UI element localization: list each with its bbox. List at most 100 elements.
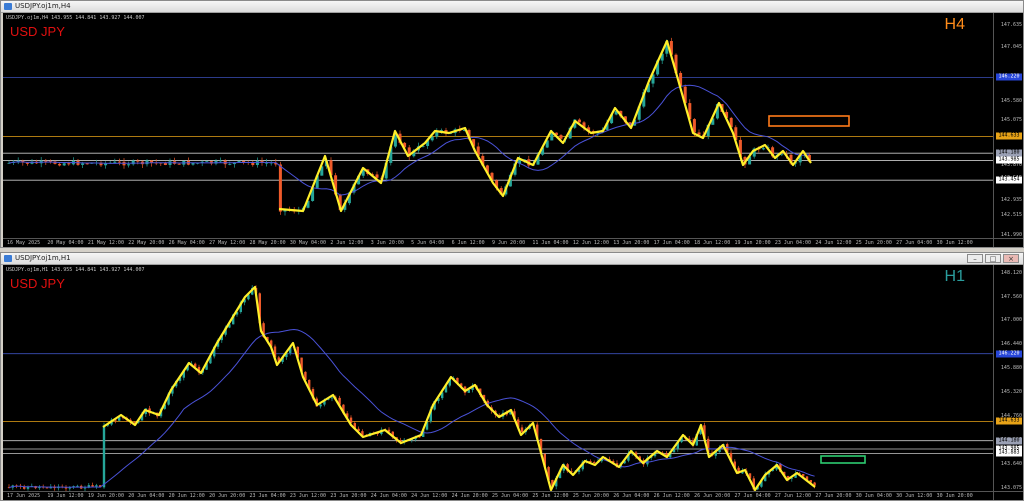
- time-axis-label: 30 Jun 12:00: [936, 240, 973, 246]
- candle-body: [68, 487, 71, 489]
- h4-symbol-label: USD JPY: [10, 24, 65, 39]
- time-axis-label: 23 Jun 04:00: [249, 493, 286, 499]
- time-axis-label: 13 Jun 20:00: [613, 240, 650, 246]
- price-axis-label: 145.075: [1000, 116, 1022, 123]
- h1-price-axis[interactable]: 148.120 147.560 147.000 146.440 145.880 145.3…: [993, 265, 1023, 500]
- price-axis-label: 147.000: [1000, 317, 1022, 324]
- candle-body: [131, 160, 135, 165]
- h4-time-axis[interactable]: 16 May 2025 20 May 04:00 21 May 12:00 22 Ma…: [3, 238, 1023, 247]
- time-axis-label: 25 Jun 20:00: [572, 493, 609, 499]
- time-axis-label: 20 Jun 20:00: [209, 493, 246, 499]
- time-axis-label: 25 Jun 20:00: [855, 240, 892, 246]
- h4-title-bar[interactable]: USDJPY.oj1m,H4: [1, 1, 1023, 13]
- price-axis-label: 145.320: [1000, 389, 1022, 396]
- price-axis-label: 143.075: [1000, 484, 1022, 491]
- time-axis-label: 26 Jun 20:00: [694, 493, 731, 499]
- h1-timeframe-label: H1: [944, 268, 965, 285]
- time-axis-label: 9 Jun 20:00: [492, 240, 526, 246]
- candle-body: [330, 397, 334, 399]
- price-axis-label: 147.635: [1000, 21, 1022, 28]
- candle-body: [177, 163, 181, 165]
- time-axis-label: 19 Jun 12:00: [47, 493, 84, 499]
- candle-body: [44, 160, 48, 162]
- maximize-button[interactable]: □: [985, 254, 1001, 263]
- candle-body: [219, 160, 223, 162]
- h1-window-title: USDJPY.oj1m,H1: [15, 254, 71, 262]
- h1-chart-area[interactable]: USDJPY.oj1m,H1 143.955 144.841 143.927 1…: [3, 265, 1023, 500]
- chart-app-icon: [4, 255, 12, 262]
- h4-chart-window[interactable]: USDJPY.oj1m,H4 USDJPY.oj1m,H4 143.955 14…: [0, 0, 1024, 248]
- moving-average-line: [8, 84, 810, 196]
- price-axis-label: 147.560: [1000, 293, 1022, 300]
- candle-body: [58, 163, 62, 166]
- candle-body: [145, 160, 149, 165]
- candle-body: [255, 161, 259, 166]
- price-axis-label: 147.045: [1000, 43, 1022, 50]
- candle-body: [91, 485, 94, 487]
- h1-chart-window[interactable]: USDJPY.oj1m,H1 – □ × USDJPY.oj1m,H1 143.…: [0, 252, 1024, 501]
- candle-body: [593, 462, 596, 463]
- candle-body: [127, 164, 131, 166]
- time-axis-label: 24 Jun 04:00: [370, 493, 407, 499]
- price-level-tag: 143.985: [996, 156, 1022, 164]
- time-axis-label: 30 Jun 20:00: [936, 493, 973, 499]
- candle-body: [62, 163, 66, 166]
- h1-title-bar[interactable]: USDJPY.oj1m,H1 – □ ×: [1, 253, 1023, 265]
- price-axis-label: 142.515: [1000, 212, 1022, 219]
- time-axis-label: 17 Jun 2025: [7, 493, 41, 499]
- time-axis-label: 27 Jun 04:00: [734, 493, 771, 499]
- time-axis-label: 25 Jun 12:00: [532, 493, 569, 499]
- zigzag-swing-line: [102, 285, 816, 492]
- time-axis-label: 27 May 12:00: [209, 240, 246, 246]
- price-axis-label: 142.935: [1000, 196, 1022, 203]
- h1-ohlc-readout: USDJPY.oj1m,H1 143.955 144.841 143.927 1…: [6, 267, 145, 273]
- price-axis-label: 143.640: [1000, 460, 1022, 467]
- time-axis-label: 24 Jun 20:00: [451, 493, 488, 499]
- time-axis-label: 3 Jun 20:00: [370, 240, 404, 246]
- h4-ohlc-readout: USDJPY.oj1m,H4 143.955 144.841 143.927 1…: [6, 15, 145, 21]
- candle-body: [95, 485, 98, 487]
- h4-window-title: USDJPY.oj1m,H4: [15, 2, 71, 10]
- price-axis-label: 145.880: [1000, 365, 1022, 372]
- highlight-box: [768, 115, 850, 127]
- moving-average-line: [8, 328, 815, 489]
- candle-body: [577, 119, 581, 123]
- price-level-tag: 143.454: [996, 176, 1022, 184]
- time-axis-label: 6 Jun 12:00: [451, 240, 485, 246]
- time-axis-label: 20 Jun 04:00: [128, 493, 165, 499]
- time-axis-label: 21 May 12:00: [87, 240, 124, 246]
- candle-body: [76, 485, 79, 487]
- h1-time-axis[interactable]: 17 Jun 2025 19 Jun 12:00 19 Jun 20:00 20 Ju…: [3, 491, 1023, 500]
- candle-body: [319, 404, 322, 407]
- time-axis-label: 27 Jun 04:00: [896, 240, 933, 246]
- chart-app-icon: [4, 3, 12, 10]
- candle-body: [136, 160, 140, 162]
- time-axis-label: 25 Jun 04:00: [492, 493, 529, 499]
- time-axis-label: 17 Jun 04:00: [653, 240, 690, 246]
- h4-chart-svg: [3, 37, 993, 216]
- candle-body: [113, 161, 117, 163]
- time-axis-label: 24 Jun 12:00: [411, 493, 448, 499]
- price-level-tag: 143.883: [996, 449, 1022, 457]
- candle-body: [81, 163, 85, 165]
- h4-price-axis[interactable]: 147.635147.045146.165145.580145.075144.6…: [993, 13, 1023, 247]
- candle-body: [205, 161, 209, 162]
- h1-window-buttons: – □ ×: [967, 254, 1019, 263]
- candle-body: [85, 163, 89, 165]
- candle-body: [278, 164, 282, 212]
- price-level-tag: 144.180: [996, 437, 1022, 445]
- time-axis-label: 19 Jun 20:00: [87, 493, 124, 499]
- time-axis-label: 2 Jun 12:00: [330, 240, 364, 246]
- time-axis-label: 28 May 20:00: [249, 240, 286, 246]
- candle-body: [559, 135, 563, 139]
- time-axis-label: 23 Jun 20:00: [330, 493, 367, 499]
- candle-body: [45, 487, 49, 489]
- h4-chart-area[interactable]: USDJPY.oj1m,H4 143.955 144.841 143.927 1…: [3, 13, 1023, 247]
- minimize-button[interactable]: –: [967, 254, 983, 263]
- time-axis-label: 20 Jun 12:00: [168, 493, 205, 499]
- time-axis-label: 23 Jun 12:00: [289, 493, 327, 499]
- time-axis-label: 5 Jun 04:00: [411, 240, 445, 246]
- close-button[interactable]: ×: [1003, 254, 1019, 263]
- time-axis-label: 23 Jun 04:00: [774, 240, 812, 246]
- price-axis-label: 148.120: [1000, 269, 1022, 276]
